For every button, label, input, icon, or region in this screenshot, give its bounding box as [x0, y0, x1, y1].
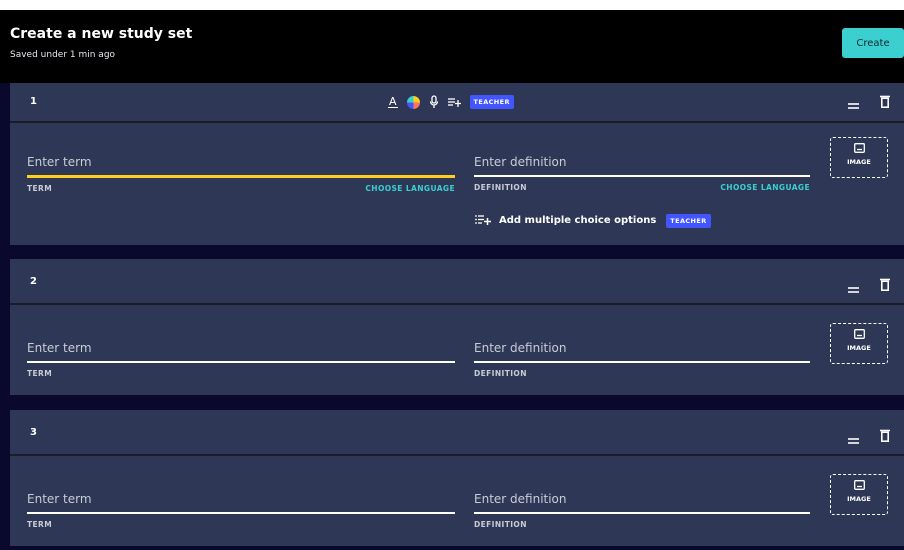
card-number: 2: [30, 276, 37, 287]
definition-field[interactable]: Enter definition DEFINITION: [474, 490, 810, 529]
definition-input[interactable]: Enter definition: [474, 153, 810, 171]
image-icon: [853, 324, 865, 343]
trash-icon[interactable]: [880, 427, 890, 446]
drag-handle-icon[interactable]: [848, 95, 859, 114]
image-upload-button[interactable]: IMAGE: [830, 137, 888, 178]
term-card-3: 3 Enter term TERM Enter definition DEFIN…: [10, 410, 904, 546]
term-underline: [27, 512, 455, 514]
card-header: 1 A TEACHER: [10, 83, 904, 123]
add-list-icon: [475, 211, 491, 230]
term-underline: [27, 175, 455, 178]
image-icon: [853, 475, 865, 494]
term-card-1: 1 A TEACHER Enter term TERM CHOOSE LANGU…: [10, 83, 904, 245]
definition-label: DEFINITION: [474, 183, 527, 192]
term-label: TERM: [27, 184, 53, 193]
definition-label: DEFINITION: [474, 520, 527, 529]
image-icon: [853, 138, 865, 157]
definition-input[interactable]: Enter definition: [474, 339, 810, 357]
format-toolbar: A TEACHER: [388, 91, 514, 113]
definition-underline: [474, 175, 810, 177]
image-upload-button[interactable]: IMAGE: [830, 323, 888, 364]
save-status: Saved under 1 min ago: [10, 50, 116, 60]
trash-icon[interactable]: [880, 93, 890, 112]
teacher-badge: TEACHER: [469, 95, 514, 109]
term-choose-language-link[interactable]: CHOOSE LANGUAGE: [365, 184, 455, 193]
drag-handle-icon[interactable]: [848, 279, 859, 298]
card-number: 3: [30, 427, 37, 438]
definition-field[interactable]: Enter definition DEFINITION: [474, 339, 810, 378]
color-picker-icon[interactable]: [406, 92, 420, 112]
term-label: TERM: [27, 369, 53, 378]
image-label: IMAGE: [847, 158, 871, 166]
card-number: 1: [30, 96, 37, 107]
add-multiple-choice-button[interactable]: Add multiple choice options TEACHER: [475, 211, 711, 230]
trash-icon[interactable]: [880, 276, 890, 295]
header-bar: Create a new study set Saved under 1 min…: [0, 10, 904, 83]
term-field[interactable]: Enter term TERM: [27, 339, 455, 378]
term-field[interactable]: Enter term TERM: [27, 490, 455, 529]
definition-underline: [474, 512, 810, 514]
drag-handle-icon[interactable]: [848, 430, 859, 449]
card-header: 2: [10, 259, 904, 305]
term-input[interactable]: Enter term: [27, 339, 455, 357]
card-header: 3: [10, 410, 904, 456]
term-field[interactable]: Enter term TERM CHOOSE LANGUAGE: [27, 153, 455, 193]
microphone-icon[interactable]: [429, 92, 439, 112]
term-input[interactable]: Enter term: [27, 490, 455, 508]
definition-choose-language-link[interactable]: CHOOSE LANGUAGE: [720, 183, 810, 192]
definition-underline: [474, 361, 810, 363]
image-upload-button[interactable]: IMAGE: [830, 474, 888, 515]
definition-field[interactable]: Enter definition DEFINITION CHOOSE LANGU…: [474, 153, 810, 192]
definition-label: DEFINITION: [474, 369, 527, 378]
image-label: IMAGE: [847, 344, 871, 352]
image-label: IMAGE: [847, 495, 871, 503]
page-title: Create a new study set: [10, 26, 193, 42]
add-list-icon[interactable]: [447, 92, 461, 112]
create-button[interactable]: Create: [842, 28, 904, 58]
term-label: TERM: [27, 520, 53, 529]
teacher-badge: TEACHER: [666, 213, 711, 228]
term-card-2: 2 Enter term TERM Enter definition DEFIN…: [10, 259, 904, 395]
add-multiple-choice-label: Add multiple choice options: [499, 215, 657, 226]
text-format-icon[interactable]: A: [388, 92, 398, 112]
definition-input[interactable]: Enter definition: [474, 490, 810, 508]
term-underline: [27, 361, 455, 363]
term-input[interactable]: Enter term: [27, 153, 455, 171]
